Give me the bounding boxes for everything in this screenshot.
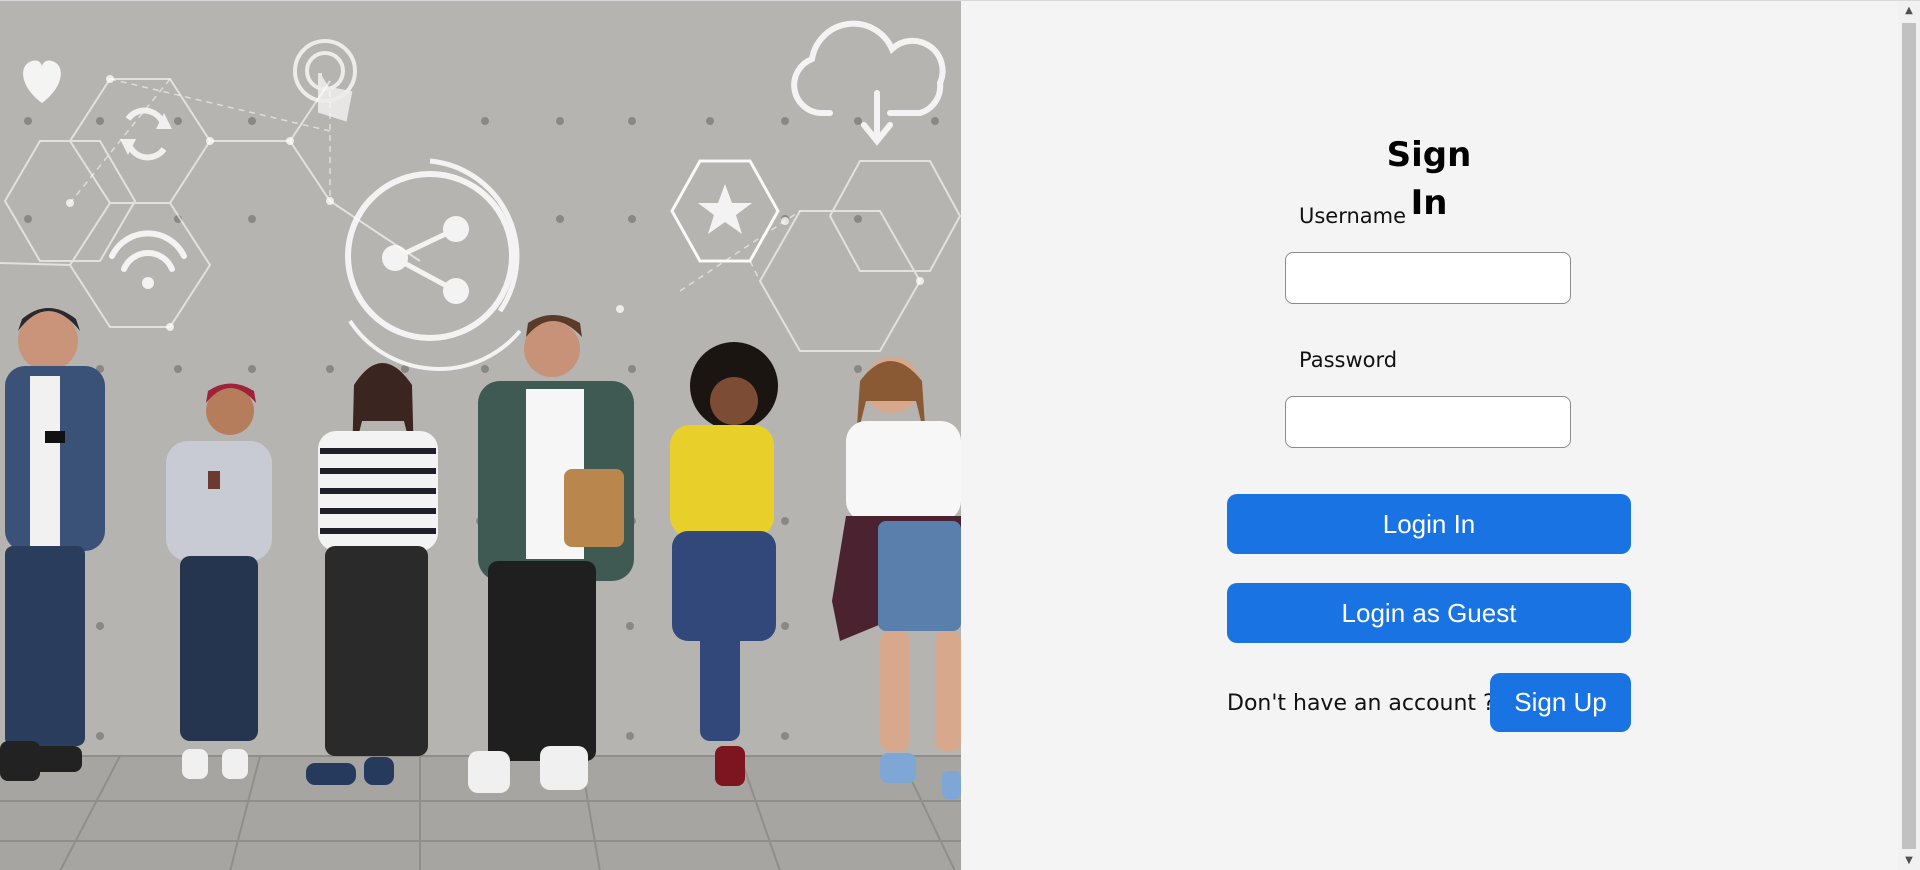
login-button[interactable]: Login In (1227, 494, 1631, 554)
person-figure (166, 383, 272, 779)
vertical-scrollbar[interactable]: ▲ ▼ (1898, 1, 1920, 870)
username-field[interactable] (1285, 252, 1571, 304)
hero-illustration (0, 1, 961, 870)
password-field[interactable] (1285, 396, 1571, 448)
username-label: Username (1299, 204, 1407, 228)
sign-in-page: Sign In Username Password Login In Login… (0, 0, 1920, 870)
sign-up-button[interactable]: Sign Up (1490, 673, 1631, 732)
hero-image (0, 1, 961, 870)
scroll-up-arrow-icon[interactable]: ▲ (1898, 1, 1920, 21)
login-as-guest-button[interactable]: Login as Guest (1227, 583, 1631, 643)
scroll-down-arrow-icon[interactable]: ▼ (1898, 851, 1920, 870)
scrollbar-thumb[interactable] (1902, 23, 1916, 849)
signup-prompt: Don't have an account ? (1227, 691, 1495, 716)
password-label: Password (1299, 348, 1398, 372)
